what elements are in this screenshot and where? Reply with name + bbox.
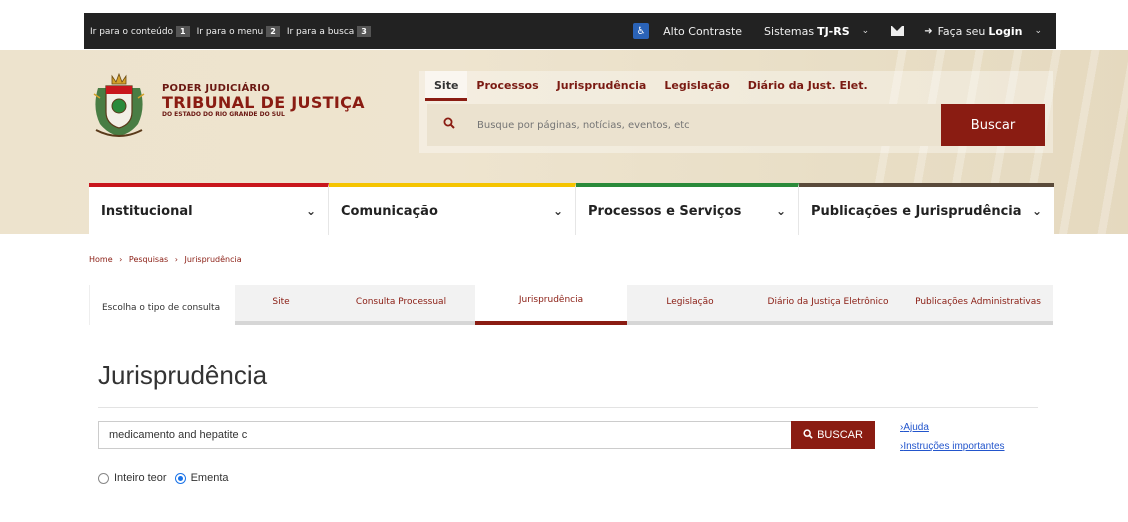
chevron-down-icon: ⌄ bbox=[861, 26, 870, 36]
radio-ementa-label[interactable]: Ementa bbox=[191, 472, 229, 484]
nav-institucional[interactable]: Institucional ⌄ bbox=[89, 183, 329, 235]
search-icon bbox=[803, 428, 813, 442]
nav-institucional-label: Institucional bbox=[101, 203, 193, 219]
login-icon: ➜ bbox=[924, 25, 933, 37]
nav-publicacoes-label: Publicações e Jurisprudência bbox=[811, 203, 1022, 219]
search-icon bbox=[443, 117, 465, 133]
jurisprudencia-search-button[interactable]: BUSCAR bbox=[791, 421, 875, 449]
skip-link-search[interactable]: Ir para a busca 3 bbox=[286, 25, 375, 37]
high-contrast-label: Alto Contraste bbox=[663, 24, 743, 38]
login-bold-label: Login bbox=[988, 24, 1023, 38]
jurisprudencia-search-button-label: BUSCAR bbox=[817, 429, 863, 441]
logo-line-3: DO ESTADO DO RIO GRANDE DO SUL bbox=[162, 110, 285, 118]
skip-link-menu-label: Ir para o menu bbox=[196, 26, 264, 37]
breadcrumb-home[interactable]: Home bbox=[89, 255, 113, 264]
radio-inteiro-teor-label[interactable]: Inteiro teor bbox=[114, 472, 167, 484]
chevron-down-icon: ⌄ bbox=[1031, 204, 1042, 218]
consulta-tab-site[interactable]: Site bbox=[235, 285, 327, 325]
site-logo[interactable]: PODER JUDICIÁRIO TRIBUNAL DE JUSTIÇA DO … bbox=[88, 68, 365, 140]
nav-processos-servicos-label: Processos e Serviços bbox=[588, 203, 742, 219]
consulta-tab-jurisprudencia[interactable]: Jurisprudência bbox=[475, 285, 627, 325]
search-tab-jurisprudencia[interactable]: Jurisprudência bbox=[548, 71, 656, 101]
chevron-down-icon: ⌄ bbox=[1034, 26, 1042, 36]
header-search-tabs: Site Processos Jurisprudência Legislação… bbox=[419, 71, 1053, 101]
login-prefix-label: Faça seu bbox=[937, 24, 986, 38]
consulta-tab-publicacoes[interactable]: Publicações Administrativas bbox=[903, 285, 1053, 325]
top-bar-right: ♿ Alto Contraste Sistemas TJ-RS ⌄ ➜ Faça… bbox=[633, 23, 1050, 39]
breadcrumb-separator: › bbox=[174, 255, 178, 264]
breadcrumb-jurisprudencia: Jurisprudência bbox=[184, 255, 242, 264]
consulta-tab-legislacao[interactable]: Legislação bbox=[627, 285, 753, 325]
help-links: ›Ajuda ›Instruções importantes bbox=[900, 418, 1005, 456]
coat-of-arms-icon bbox=[93, 72, 145, 137]
mail-icon[interactable] bbox=[891, 26, 905, 36]
consulta-tab-diario[interactable]: Diário da Justiça Eletrônico bbox=[753, 285, 903, 325]
high-contrast-link[interactable]: Alto Contraste bbox=[663, 25, 742, 38]
top-bar: Ir para o conteúdo 1 Ir para o menu 2 Ir p… bbox=[0, 0, 1128, 50]
search-tab-legislacao[interactable]: Legislação bbox=[655, 71, 738, 101]
skip-link-menu[interactable]: Ir para o menu 2 bbox=[196, 25, 284, 37]
jurisprudencia-search-input[interactable] bbox=[98, 421, 791, 449]
consulta-label: Escolha o tipo de consulta bbox=[89, 285, 235, 325]
search-tab-processos[interactable]: Processos bbox=[467, 71, 547, 101]
consulta-tabs: Escolha o tipo de consulta Site Consulta… bbox=[89, 285, 1053, 325]
accessibility-icon[interactable]: ♿ bbox=[633, 23, 650, 39]
consulta-tab-processual[interactable]: Consulta Processual bbox=[327, 285, 475, 325]
skip-link-search-num: 3 bbox=[357, 25, 371, 37]
main-nav: Institucional ⌄ Comunicação ⌄ Processos … bbox=[89, 183, 1054, 235]
nav-publicacoes[interactable]: Publicações e Jurisprudência ⌄ bbox=[799, 183, 1054, 235]
skip-links: Ir para o conteúdo 1 Ir para o menu 2 Ir p… bbox=[90, 25, 375, 37]
help-link-instrucoes[interactable]: ›Instruções importantes bbox=[900, 437, 1005, 456]
help-link-ajuda[interactable]: ›Ajuda bbox=[900, 418, 1005, 437]
header-search-input[interactable] bbox=[465, 104, 941, 146]
breadcrumb-separator: › bbox=[119, 255, 123, 264]
title-divider bbox=[98, 407, 1038, 408]
chevron-down-icon: ⌄ bbox=[775, 204, 786, 218]
skip-link-content[interactable]: Ir para o conteúdo 1 bbox=[90, 25, 194, 37]
breadcrumb-pesquisas[interactable]: Pesquisas bbox=[129, 255, 168, 264]
nav-comunicacao[interactable]: Comunicação ⌄ bbox=[329, 183, 576, 235]
page-title: Jurisprudência bbox=[98, 360, 268, 390]
chevron-down-icon: ⌄ bbox=[305, 204, 316, 218]
login-menu[interactable]: ➜ Faça seu Login ⌄ bbox=[924, 25, 1042, 38]
sistemas-bold-label: TJ-RS bbox=[817, 24, 850, 38]
radio-ementa[interactable] bbox=[174, 472, 186, 484]
search-mode-radios: Inteiro teor Ementa bbox=[98, 472, 237, 484]
header-search-button[interactable]: Buscar bbox=[941, 104, 1045, 146]
skip-link-content-label: Ir para o conteúdo bbox=[90, 26, 174, 37]
header-search-box: Site Processos Jurisprudência Legislação… bbox=[419, 71, 1053, 153]
radio-inteiro-teor[interactable] bbox=[98, 472, 109, 484]
logo-text: PODER JUDICIÁRIO TRIBUNAL DE JUSTIÇA DO … bbox=[162, 83, 365, 118]
logo-line-1: PODER JUDICIÁRIO bbox=[162, 82, 270, 94]
sistemas-menu[interactable]: Sistemas TJ-RS ⌄ bbox=[764, 25, 869, 38]
breadcrumb: Home › Pesquisas › Jurisprudência bbox=[89, 255, 246, 264]
top-bar-inner: Ir para o conteúdo 1 Ir para o menu 2 Ir p… bbox=[84, 13, 1056, 49]
search-tab-site[interactable]: Site bbox=[425, 71, 468, 101]
chevron-down-icon: ⌄ bbox=[552, 204, 563, 218]
nav-processos-servicos[interactable]: Processos e Serviços ⌄ bbox=[576, 183, 799, 235]
nav-comunicacao-label: Comunicação bbox=[341, 203, 438, 219]
help-link-ajuda-label: Ajuda bbox=[903, 422, 929, 433]
skip-link-search-label: Ir para a busca bbox=[286, 26, 355, 37]
logo-line-2: TRIBUNAL DE JUSTIÇA bbox=[162, 92, 365, 112]
search-tab-diario[interactable]: Diário da Just. Elet. bbox=[739, 71, 877, 101]
help-link-instrucoes-label: Instruções importantes bbox=[903, 441, 1005, 452]
skip-link-content-num: 1 bbox=[176, 25, 190, 37]
header-search-row: Buscar bbox=[427, 104, 1045, 146]
sistemas-label: Sistemas bbox=[764, 24, 815, 38]
skip-link-menu-num: 2 bbox=[266, 25, 280, 37]
